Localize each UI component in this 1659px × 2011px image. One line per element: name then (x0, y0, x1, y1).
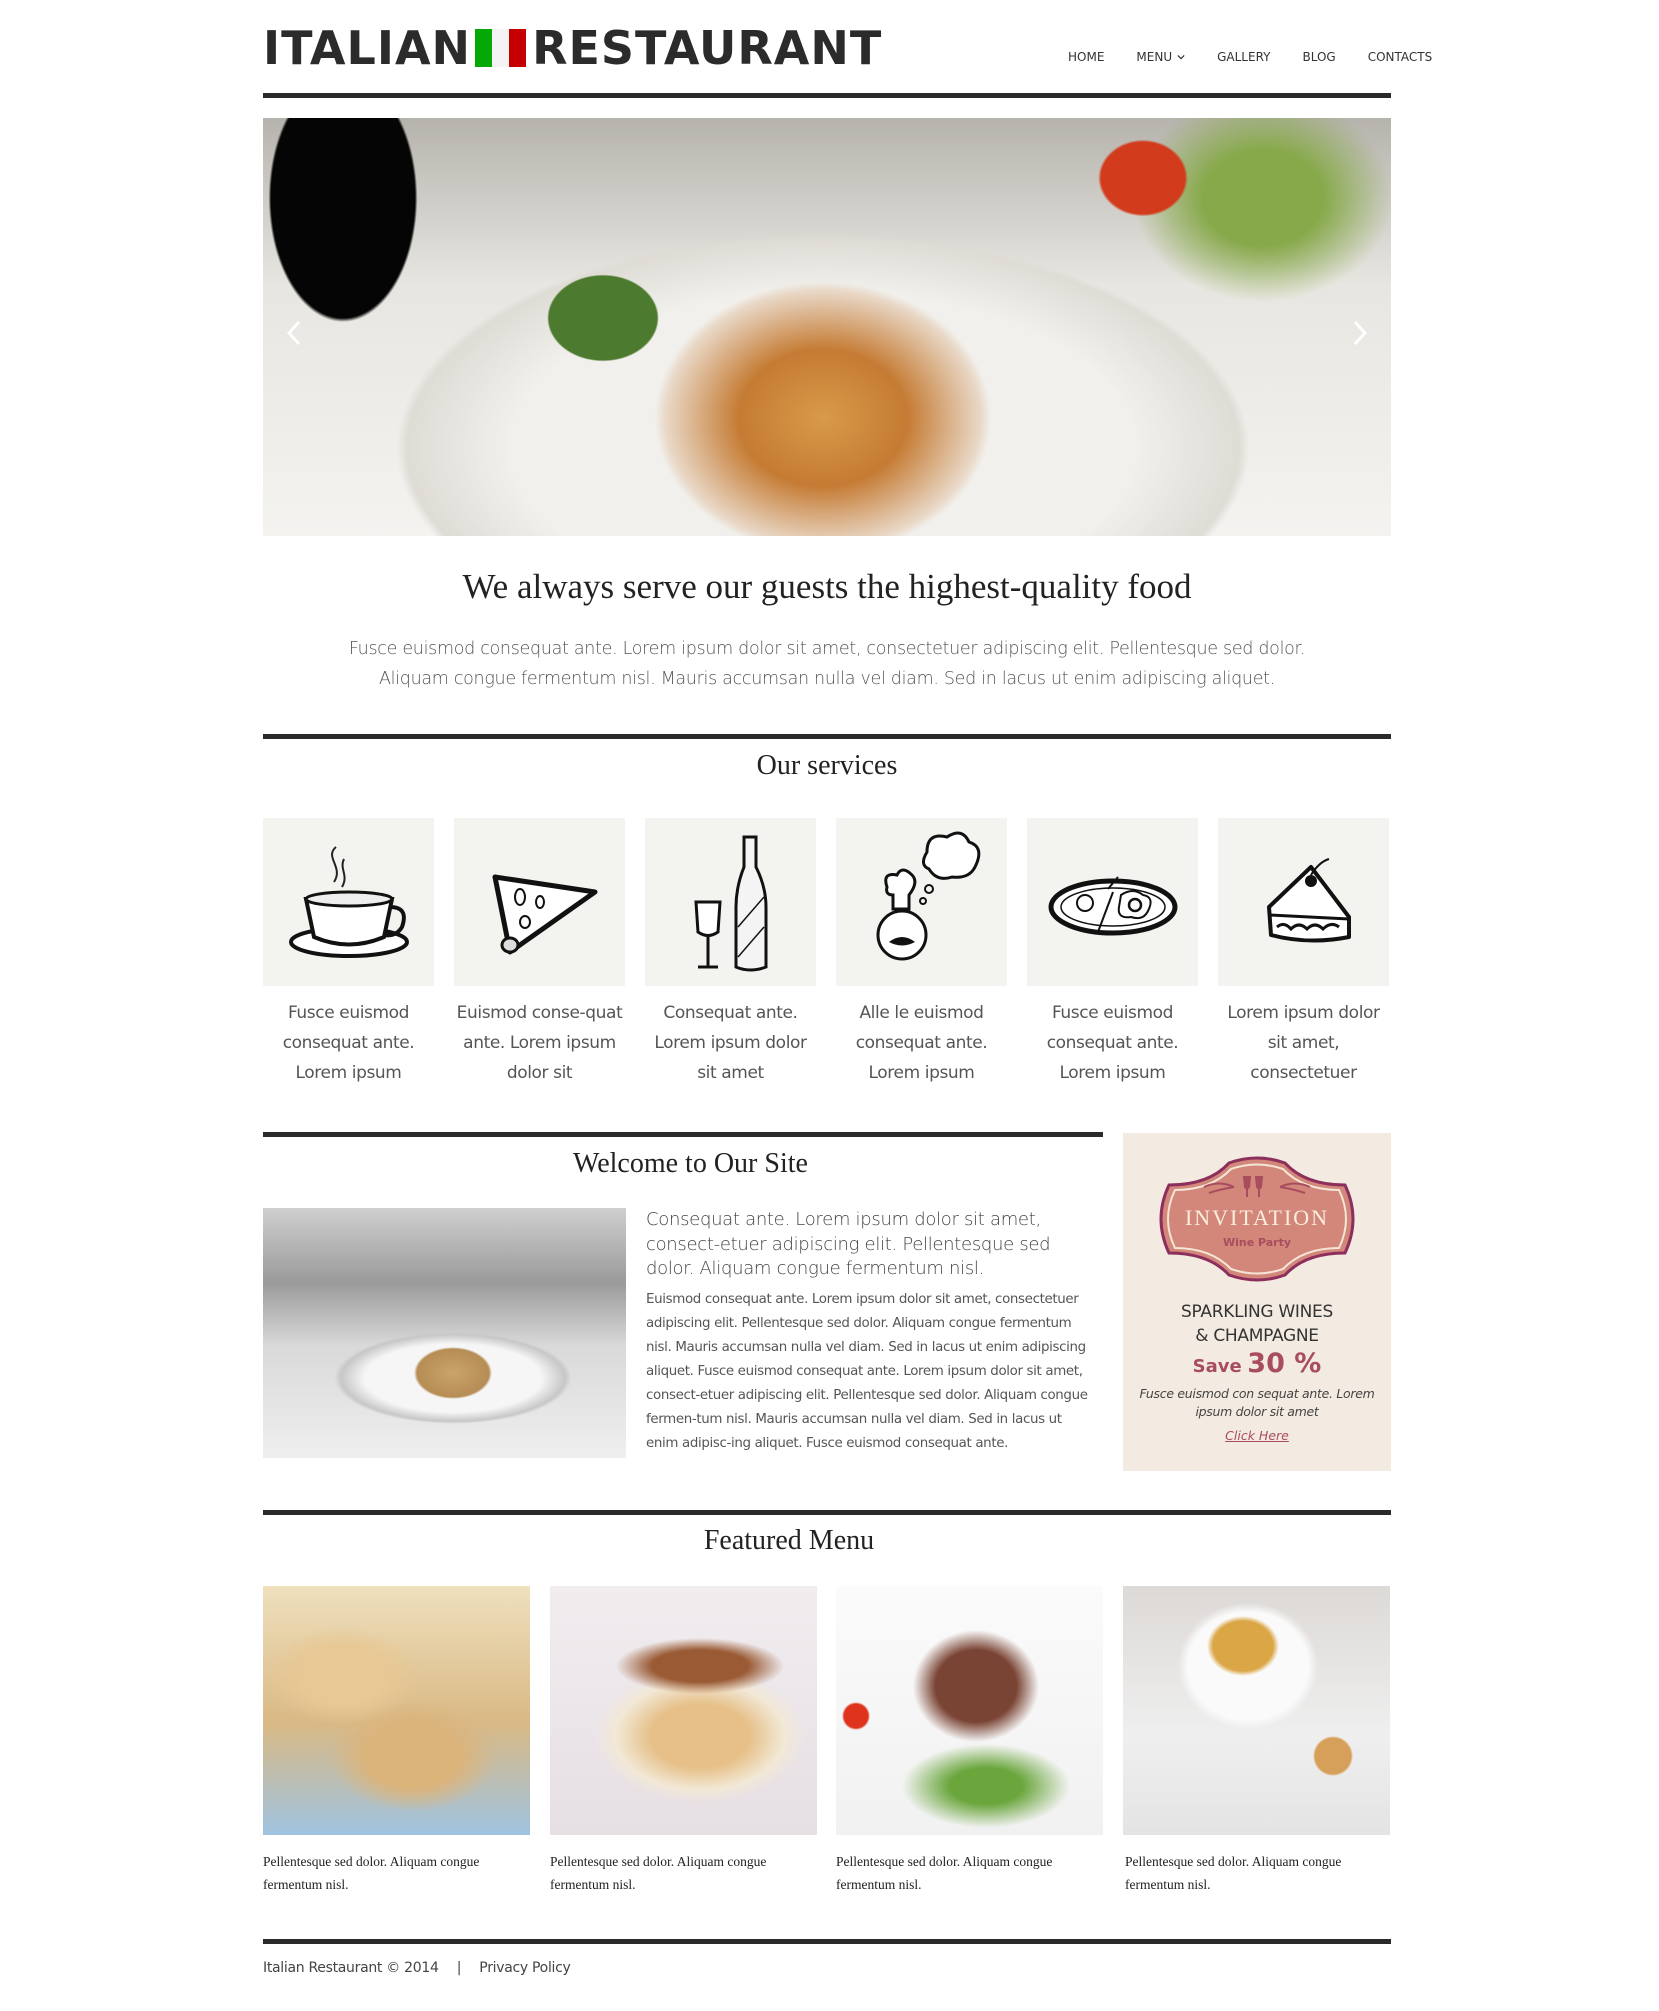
promo-line1: SPARKLING WINES (1181, 1302, 1333, 1322)
nav-menu-label: MENU (1136, 50, 1173, 64)
nav-gallery-label: GALLERY (1217, 50, 1271, 64)
service-card[interactable] (1027, 818, 1198, 986)
nav-contacts-label: CONTACTS (1367, 50, 1433, 64)
promo-banner[interactable]: INVITATION Wine Party SPARKLING WINES & … (1123, 1133, 1391, 1471)
coffee-cup-icon (288, 846, 409, 958)
wine-bottle-icon (693, 835, 767, 972)
chevron-right-icon[interactable] (1347, 318, 1371, 348)
featured-image-steak[interactable] (836, 1586, 1103, 1835)
nav-contacts[interactable]: CONTACTS (1368, 50, 1433, 64)
featured-caption: Pellentesque sed dolor. Aliquam congue f… (1125, 1854, 1342, 1892)
service-caption: Alle le euismod consequat ante. Lorem ip… (855, 1003, 988, 1083)
promo-headline: SPARKLING WINES & CHAMPAGNE (1123, 1300, 1391, 1348)
intro-paragraph: Fusce euismod consequat ante. Lorem ipsu… (348, 639, 1306, 689)
footer-separator: | (456, 1960, 462, 1976)
service-caption: Lorem ipsum dolor sit amet, consectetuer (1227, 1003, 1380, 1083)
badge-title: INVITATION (1185, 1205, 1329, 1230)
promo-discount: Save 30 % (1123, 1348, 1391, 1379)
services-heading: Our services (756, 750, 898, 781)
services-divider (263, 734, 1391, 739)
promo-click-here-link[interactable]: Click Here (1123, 1428, 1391, 1443)
featured-heading: Featured Menu (703, 1525, 875, 1556)
featured-divider (263, 1510, 1391, 1515)
promo-description: Fusce euismod con sequat ante. Lorem ips… (1139, 1386, 1375, 1419)
header-divider (263, 93, 1391, 98)
welcome-heading: Welcome to Our Site (573, 1148, 808, 1179)
footer: Italian Restaurant © 2014 | Privacy Poli… (263, 1960, 571, 1976)
featured-image-espresso[interactable] (1123, 1586, 1390, 1835)
save-label: Save (1192, 1356, 1242, 1377)
welcome-body: Euismod consequat ante. Lorem ipsum dolo… (646, 1292, 1088, 1451)
chevron-down-icon (1177, 54, 1185, 60)
invitation-badge: INVITATION Wine Party (1159, 1156, 1355, 1282)
nav-home[interactable]: HOME (1068, 50, 1104, 64)
service-card[interactable] (1218, 818, 1389, 986)
featured-caption: Pellentesque sed dolor. Aliquam congue f… (550, 1854, 767, 1892)
site-logo[interactable]: ITALIAN RESTAURANT (263, 20, 882, 76)
privacy-policy-link[interactable]: Privacy Policy (479, 1960, 571, 1976)
featured-image-biscotti[interactable] (263, 1586, 530, 1835)
logo-text-right: RESTAURANT (532, 21, 883, 75)
service-caption: Fusce euismod consequat ante. Lorem ipsu… (282, 1003, 415, 1083)
intro-heading: We always serve our guests the highest-q… (462, 567, 1192, 606)
service-card[interactable] (645, 818, 816, 986)
pizza-slice-icon (492, 874, 597, 955)
hero-slider[interactable] (263, 118, 1391, 536)
featured-caption: Pellentesque sed dolor. Aliquam congue f… (263, 1854, 480, 1892)
main-nav: HOME MENU GALLERY BLOG CONTACTS (1068, 50, 1432, 64)
service-caption: Consequat ante. Lorem ipsum dolor sit am… (654, 1003, 807, 1083)
welcome-divider (263, 1132, 1103, 1137)
nav-gallery[interactable]: GALLERY (1217, 50, 1270, 64)
badge-subtitle: Wine Party (1223, 1236, 1291, 1249)
logo-text-left: ITALIAN (263, 21, 472, 75)
footer-divider (263, 1939, 1391, 1944)
service-card[interactable] (836, 818, 1007, 986)
save-value: 30 % (1247, 1348, 1322, 1379)
promo-line2: & CHAMPAGNE (1195, 1326, 1319, 1346)
service-caption: Euismod conse-quat ante. Lorem ipsum dol… (456, 1003, 623, 1083)
service-caption: Fusce euismod consequat ante. Lorem ipsu… (1046, 1003, 1179, 1083)
nav-blog[interactable]: BLOG (1302, 50, 1335, 64)
featured-caption: Pellentesque sed dolor. Aliquam congue f… (836, 1854, 1053, 1892)
nav-blog-label: BLOG (1302, 50, 1336, 64)
welcome-dish-photo (263, 1208, 626, 1458)
italian-flag-icon (475, 29, 527, 67)
nav-menu[interactable]: MENU (1136, 50, 1185, 64)
service-card[interactable] (263, 818, 434, 986)
nav-home-label: HOME (1068, 50, 1105, 64)
chevron-left-icon[interactable] (283, 318, 307, 348)
footer-copyright: Italian Restaurant © 2014 (263, 1960, 439, 1976)
featured-image-tiramisu[interactable] (550, 1586, 817, 1835)
cake-slice-icon (1266, 858, 1351, 943)
chef-icon (876, 831, 980, 961)
service-card[interactable] (454, 818, 625, 986)
plate-eggs-icon (1048, 876, 1177, 936)
welcome-lead: Consequat ante. Lorem ipsum dolor sit am… (646, 1209, 1051, 1279)
